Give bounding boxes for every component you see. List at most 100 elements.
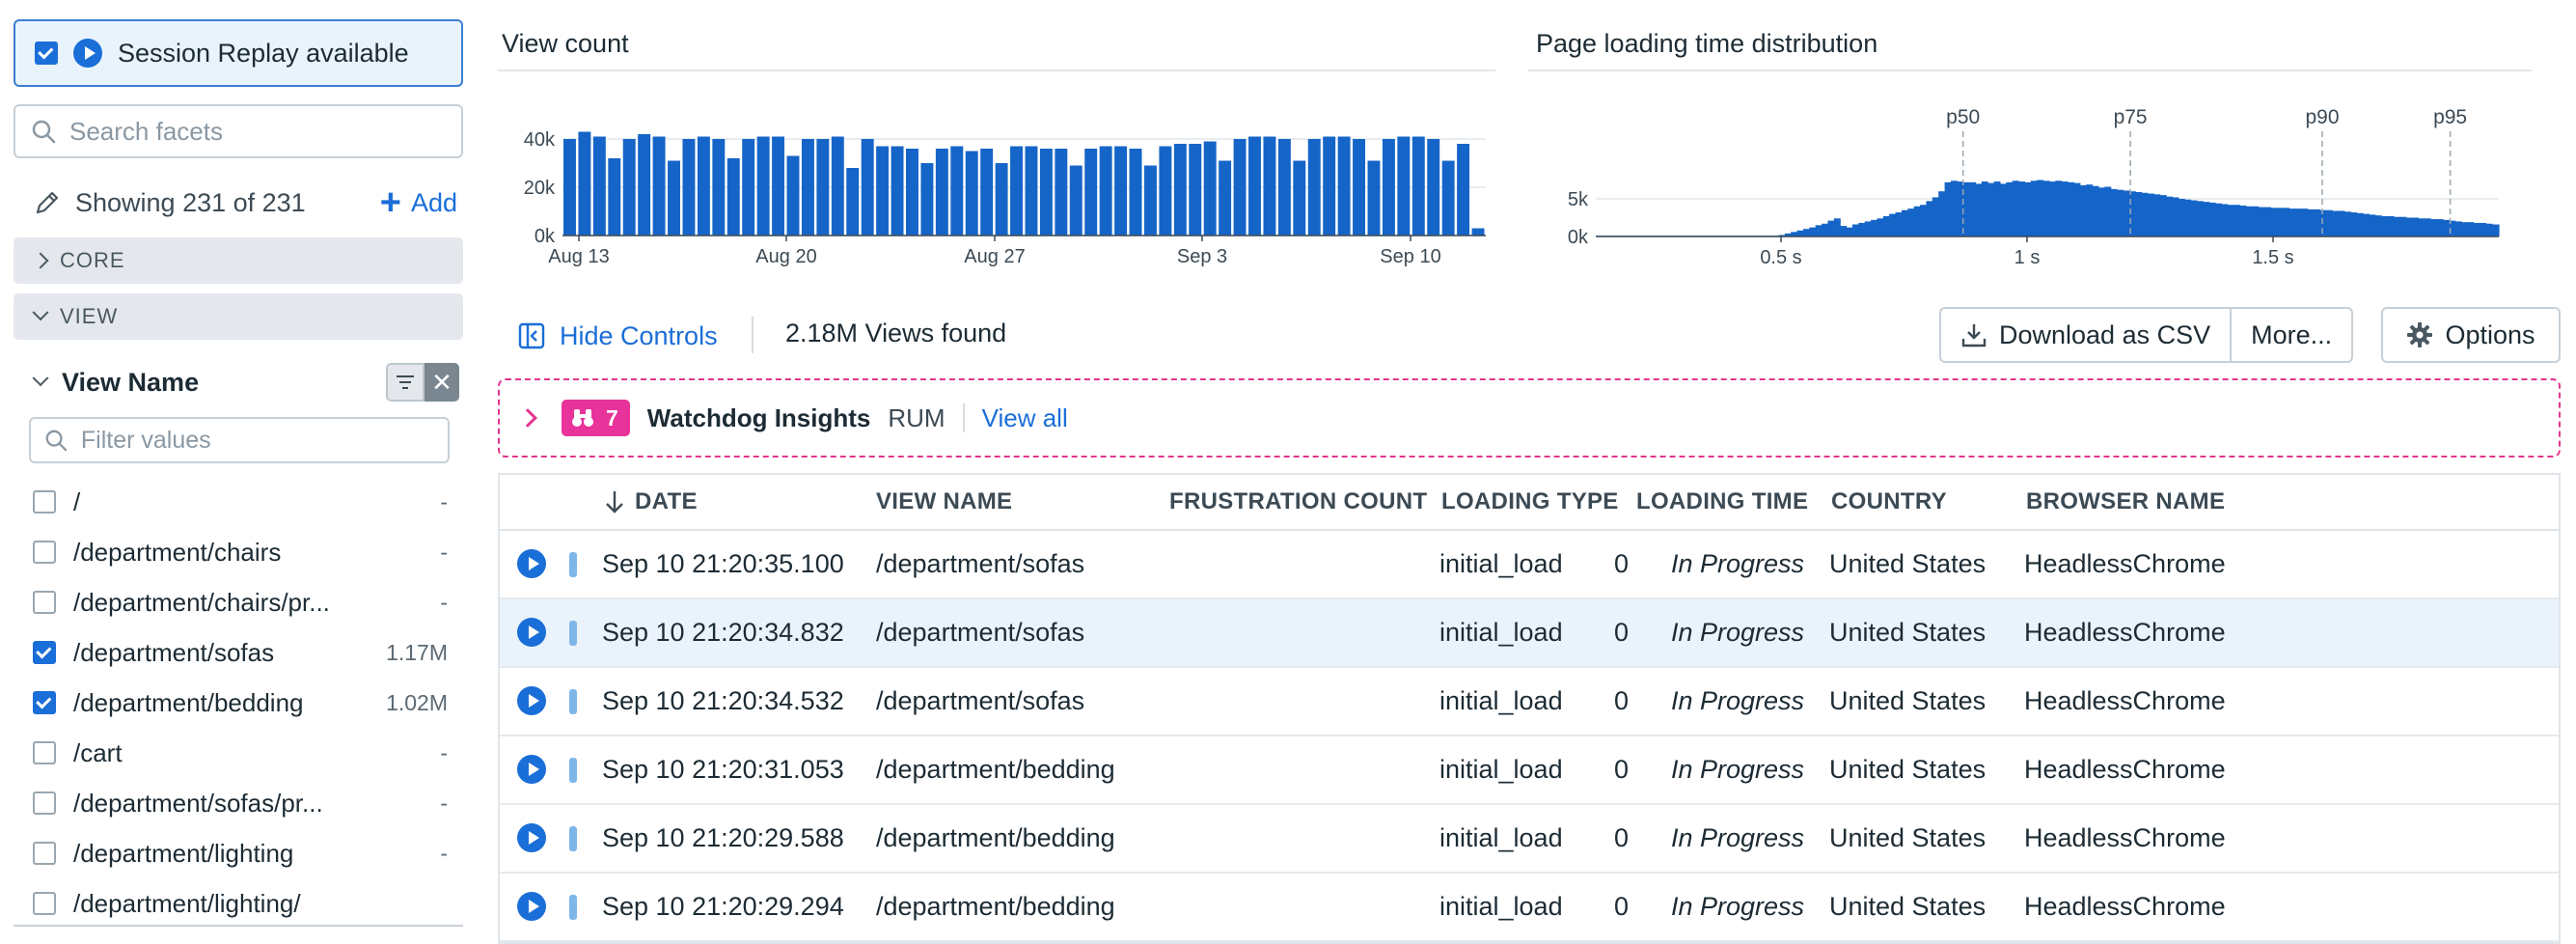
search-facets-field[interactable] <box>14 104 463 158</box>
facet-value-row[interactable]: / - <box>33 477 448 527</box>
facet-value-row[interactable]: /department/chairs - <box>33 527 448 577</box>
column-header-country[interactable]: COUNTRY <box>1831 475 1947 529</box>
options-button[interactable]: Options <box>2381 307 2561 363</box>
histogram-bar <box>2196 201 2204 236</box>
pencil-icon[interactable] <box>33 188 62 217</box>
histogram-bar <box>2086 184 2094 236</box>
checkbox-icon[interactable] <box>33 591 56 614</box>
table-row[interactable]: Sep 10 21:20:35.100/department/sofas 0 ini… <box>500 531 2559 599</box>
page-loading-chart[interactable]: 0k 5k p50 p75 p90 p95 0.5 s 1 s 1.5 s <box>1528 97 2541 280</box>
checkbox-icon[interactable] <box>33 892 56 915</box>
filter-values-input[interactable] <box>78 425 448 456</box>
bar <box>712 139 726 236</box>
checkbox-icon[interactable] <box>33 490 56 514</box>
view-name-facet-header[interactable]: View Name ✕ <box>32 361 459 403</box>
column-header-date[interactable]: DATE <box>604 475 698 529</box>
histogram-bar <box>1822 223 1829 236</box>
histogram-bar <box>2276 208 2284 236</box>
play-icon[interactable] <box>517 618 546 647</box>
table-row[interactable]: Sep 10 21:20:31.053/department/bedding 0 i… <box>500 736 2559 805</box>
histogram-bar <box>1975 183 1983 236</box>
cell-text: /department/bedding <box>876 755 1115 784</box>
play-icon[interactable] <box>517 686 546 715</box>
histogram-bar <box>2178 199 2185 236</box>
table-header: DATE VIEW NAME FRUSTRATION COUNT LOADING… <box>500 475 2559 531</box>
view-count-chart[interactable]: 0k 20k 40k Aug 13 Aug 20 Aug 27 Sep 3 Sep 10 <box>498 97 1495 280</box>
filter-icon[interactable] <box>386 363 425 402</box>
cell-view-name: /department/bedding <box>876 874 1115 940</box>
facet-value-row[interactable]: /department/sofas 1.17M <box>33 627 448 678</box>
facet-value-row[interactable]: /department/bedding 1.02M <box>33 678 448 728</box>
histogram-bar <box>2097 187 2105 236</box>
sort-down-arrow-icon <box>606 491 623 514</box>
facet-value-row[interactable]: /department/sofas/pr... - <box>33 778 448 828</box>
facet-value-label: /department/lighting/ <box>73 888 301 918</box>
view-all-link[interactable]: View all <box>982 403 1068 433</box>
search-facets-input[interactable] <box>68 115 438 148</box>
facet-value-count: - <box>440 840 448 866</box>
play-icon[interactable] <box>517 549 546 578</box>
table-row[interactable]: Sep 10 21:20:29.588/department/bedding 0 i… <box>500 805 2559 874</box>
bar <box>1069 165 1082 236</box>
checkbox-icon[interactable] <box>33 791 56 815</box>
cell-browser: HeadlessChrome <box>2024 531 2226 597</box>
bar <box>1173 144 1187 236</box>
facet-value-row[interactable]: /cart - <box>33 728 448 778</box>
cell-country: United States <box>1829 805 1986 872</box>
play-icon[interactable] <box>517 755 546 784</box>
hide-controls-label: Hide Controls <box>560 320 718 350</box>
cell-loading-type: initial_load <box>1439 599 1563 666</box>
add-facet-button[interactable]: + Add <box>380 184 457 221</box>
watchdog-insights-bar[interactable]: 7 Watchdog Insights RUM View all <box>498 378 2561 458</box>
cell-loading-time: In Progress <box>1611 531 1804 597</box>
section-core[interactable]: CORE <box>14 237 463 284</box>
play-icon[interactable] <box>517 892 546 921</box>
hide-controls-button[interactable]: Hide Controls <box>517 317 718 355</box>
histogram-bar <box>2381 215 2389 236</box>
bar <box>1441 160 1455 236</box>
play-icon[interactable] <box>517 823 546 852</box>
percentile-label: p90 <box>2305 106 2339 128</box>
checkbox-icon[interactable] <box>33 842 56 865</box>
histogram-bar <box>2424 218 2431 236</box>
y-tick-label: 40k <box>524 129 556 151</box>
column-header-frustration-count[interactable]: FRUSTRATION COUNT <box>1169 475 1427 529</box>
histogram-bar <box>2498 224 2500 236</box>
checkbox-checked-icon[interactable] <box>33 691 56 714</box>
checkbox-checked-icon[interactable] <box>33 641 56 664</box>
checkbox-checked-icon[interactable] <box>35 42 58 65</box>
more-button[interactable]: More... <box>2230 309 2351 361</box>
close-icon[interactable]: ✕ <box>425 363 459 402</box>
cell-text: United States <box>1829 755 1987 784</box>
table-row[interactable]: Sep 10 21:20:34.532/department/sofas 0 ini… <box>500 668 2559 736</box>
checkbox-icon[interactable] <box>33 541 56 564</box>
facet-value-row[interactable]: /department/lighting/ <box>33 878 448 927</box>
histogram-bar <box>2258 207 2265 236</box>
search-icon <box>32 120 56 144</box>
column-header-browser-name[interactable]: BROWSER NAME <box>2026 475 2225 529</box>
bar <box>1219 160 1232 236</box>
facet-value-row[interactable]: /department/lighting - <box>33 828 448 878</box>
bar <box>1099 146 1112 236</box>
column-header-loading-time[interactable]: LOADING TIME <box>1636 475 1808 529</box>
column-header-view-name[interactable]: VIEW NAME <box>876 475 1012 529</box>
facet-value-row[interactable]: /department/chairs/pr... - <box>33 577 448 627</box>
table-row[interactable]: Sep 10 21:20:34.832/department/sofas 0 ini… <box>500 599 2559 668</box>
cell-text: United States <box>1829 892 1987 921</box>
facet-value-label: /department/sofas/pr... <box>73 788 323 818</box>
bar <box>622 139 636 236</box>
column-header-loading-type[interactable]: LOADING TYPE <box>1441 475 1619 529</box>
download-csv-button[interactable]: Download as CSV <box>1941 309 2230 361</box>
x-tick-label: Aug 13 <box>548 246 609 267</box>
status-bar-indicator <box>569 689 577 714</box>
facet-tools: ✕ <box>386 363 459 402</box>
section-view[interactable]: VIEW <box>14 293 463 340</box>
checkbox-icon[interactable] <box>33 741 56 764</box>
cell-text: /department/sofas <box>876 618 1085 647</box>
filter-values-field[interactable] <box>29 417 450 463</box>
chevron-right-icon[interactable] <box>518 408 537 428</box>
table-row[interactable]: Sep 10 21:20:29.294/department/bedding 0 i… <box>500 874 2559 942</box>
percentile-label: p50 <box>1946 106 1980 128</box>
session-replay-filter[interactable]: Session Replay available <box>14 19 463 87</box>
histogram-bar <box>2141 192 2149 236</box>
